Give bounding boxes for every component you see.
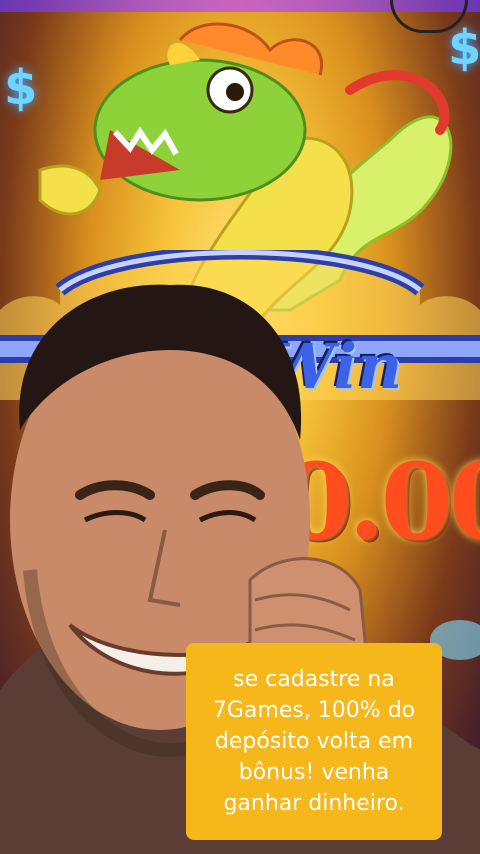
caption-line: se cadastre na <box>233 667 395 692</box>
caption-line: ganhar dinheiro. <box>223 791 405 816</box>
caption-box: se cadastre na 7Games, 100% do depósito … <box>186 643 442 840</box>
caption-line: bônus! venha <box>238 760 390 785</box>
caption-line: 7Games, 100% do <box>212 698 416 723</box>
caption-line: depósito volta em <box>214 729 414 754</box>
video-frame: $ $ Win 0.00 <box>0 0 480 854</box>
caption-text: se cadastre na 7Games, 100% do depósito … <box>213 664 415 819</box>
